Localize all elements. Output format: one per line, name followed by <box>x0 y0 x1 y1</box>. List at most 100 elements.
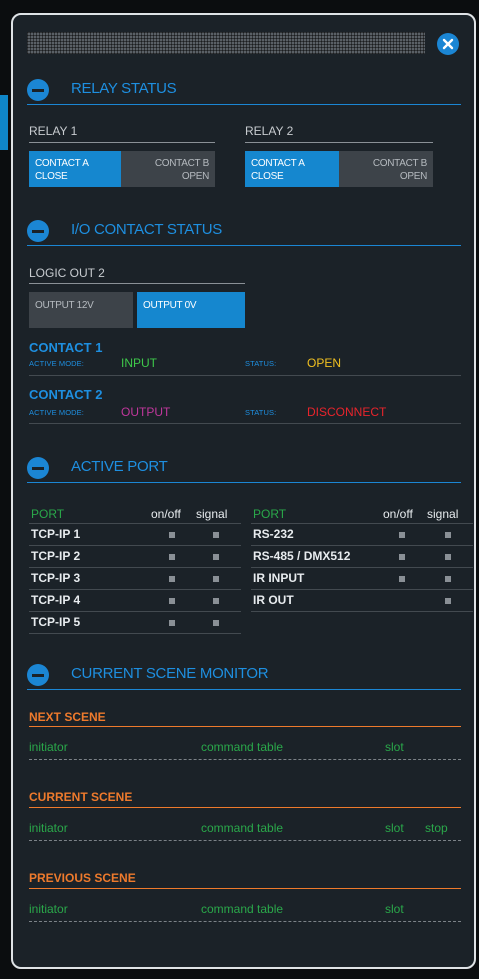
onoff-indicator <box>399 532 405 538</box>
signal-indicator <box>445 598 451 604</box>
divider <box>29 888 461 889</box>
divider <box>29 423 461 424</box>
segment-line1: OUTPUT 12V <box>35 300 94 311</box>
left-edge-accent <box>0 95 8 150</box>
port-name: TCP-IP 1 <box>31 527 81 541</box>
divider <box>29 921 461 922</box>
divider <box>29 633 241 634</box>
section-title: CURRENT SCENE MONITOR <box>71 665 269 682</box>
signal-indicator <box>213 576 219 582</box>
collapse-icon[interactable] <box>27 79 49 101</box>
divider <box>29 759 461 760</box>
contact2-title: CONTACT 2 <box>29 387 103 402</box>
divider <box>251 545 473 546</box>
port-name: TCP-IP 4 <box>31 593 81 607</box>
contact1-mode-label: ACTIVE MODE: <box>29 359 84 368</box>
section-title: I/O CONTACT STATUS <box>71 221 222 238</box>
contact2-mode-value: OUTPUT <box>121 405 171 419</box>
divider <box>245 142 433 143</box>
onoff-indicator <box>169 598 175 604</box>
current-command-table-label: command table <box>201 821 284 835</box>
collapse-icon[interactable] <box>27 664 49 686</box>
signal-column-header: signal <box>427 507 459 521</box>
io-contact-status-header[interactable]: I/O CONTACT STATUS <box>27 218 461 246</box>
signal-indicator <box>213 554 219 560</box>
signal-indicator <box>213 620 219 626</box>
collapse-icon[interactable] <box>27 457 49 479</box>
divider <box>29 807 461 808</box>
logic-out-label: LOGIC OUT 2 <box>29 266 105 280</box>
segment-line1: OUTPUT 0V <box>143 300 197 311</box>
current-stop-label: stop <box>425 821 448 835</box>
onoff-indicator <box>399 576 405 582</box>
onoff-column-header: on/off <box>151 507 181 521</box>
port-name: TCP-IP 5 <box>31 615 81 629</box>
contact2-status-label: STATUS: <box>245 408 277 417</box>
current-scene-title: CURRENT SCENE <box>29 790 133 804</box>
previous-scene-title: PREVIOUS SCENE <box>29 871 136 885</box>
port-name: RS-485 / DMX512 <box>253 549 351 563</box>
signal-indicator <box>213 598 219 604</box>
close-button[interactable] <box>437 33 459 55</box>
contact1-mode-value: INPUT <box>121 356 157 370</box>
segment-line1: CONTACT B <box>154 158 209 169</box>
signal-indicator <box>445 554 451 560</box>
section-title: RELAY STATUS <box>71 80 177 97</box>
relay2-contact-b-button[interactable]: CONTACT B OPEN <box>339 151 433 187</box>
divider <box>29 545 241 546</box>
divider <box>29 283 245 284</box>
scene-monitor-header[interactable]: CURRENT SCENE MONITOR <box>27 662 461 690</box>
divider <box>29 567 241 568</box>
onoff-indicator <box>169 576 175 582</box>
segment-line2: CLOSE <box>35 171 68 182</box>
signal-indicator <box>445 576 451 582</box>
relay2-label: RELAY 2 <box>245 124 294 138</box>
next-scene-title: NEXT SCENE <box>29 710 106 724</box>
relay1-contact-a-button[interactable]: CONTACT A CLOSE <box>29 151 121 187</box>
previous-slot-label: slot <box>385 902 404 916</box>
segment-line2: OPEN <box>399 171 427 182</box>
output-12v-button[interactable]: OUTPUT 12V <box>29 292 133 328</box>
signal-column-header: signal <box>196 507 228 521</box>
collapse-icon[interactable] <box>27 220 49 242</box>
port-name: TCP-IP 2 <box>31 549 81 563</box>
next-initiator-label: initiator <box>29 740 68 754</box>
port-name: RS-232 <box>253 527 294 541</box>
onoff-indicator <box>169 532 175 538</box>
port-column-header: PORT <box>31 507 65 521</box>
divider <box>29 589 241 590</box>
contact2-status-value: DISCONNECT <box>307 405 387 419</box>
close-icon <box>442 38 454 50</box>
contact1-title: CONTACT 1 <box>29 340 103 355</box>
relay1-label: RELAY 1 <box>29 124 78 138</box>
relay1-contact-b-button[interactable]: CONTACT B OPEN <box>121 151 215 187</box>
divider <box>29 726 461 727</box>
output-0v-button[interactable]: OUTPUT 0V <box>137 292 245 328</box>
contact2-mode-label: ACTIVE MODE: <box>29 408 84 417</box>
divider <box>29 523 241 524</box>
panel-drag-handle[interactable] <box>27 32 425 54</box>
current-slot-label: slot <box>385 821 404 835</box>
relay-status-header[interactable]: RELAY STATUS <box>27 77 461 105</box>
section-title: ACTIVE PORT <box>71 458 168 475</box>
contact1-status-value: OPEN <box>307 356 342 370</box>
port-name: IR INPUT <box>253 571 305 585</box>
status-panel: RELAY STATUS RELAY 1 CONTACT A CLOSE CON… <box>11 13 476 969</box>
port-name: IR OUT <box>253 593 294 607</box>
next-command-table-label: command table <box>201 740 284 754</box>
previous-initiator-label: initiator <box>29 902 68 916</box>
port-name: TCP-IP 3 <box>31 571 81 585</box>
divider <box>251 567 473 568</box>
segment-line1: CONTACT A <box>35 158 89 169</box>
divider <box>251 523 473 524</box>
divider <box>251 611 473 612</box>
segment-line1: CONTACT A <box>251 158 305 169</box>
divider <box>251 589 473 590</box>
divider <box>29 375 461 376</box>
current-initiator-label: initiator <box>29 821 68 835</box>
divider <box>29 840 461 841</box>
relay2-contact-a-button[interactable]: CONTACT A CLOSE <box>245 151 339 187</box>
active-port-header[interactable]: ACTIVE PORT <box>27 455 461 483</box>
onoff-column-header: on/off <box>383 507 413 521</box>
signal-indicator <box>213 532 219 538</box>
